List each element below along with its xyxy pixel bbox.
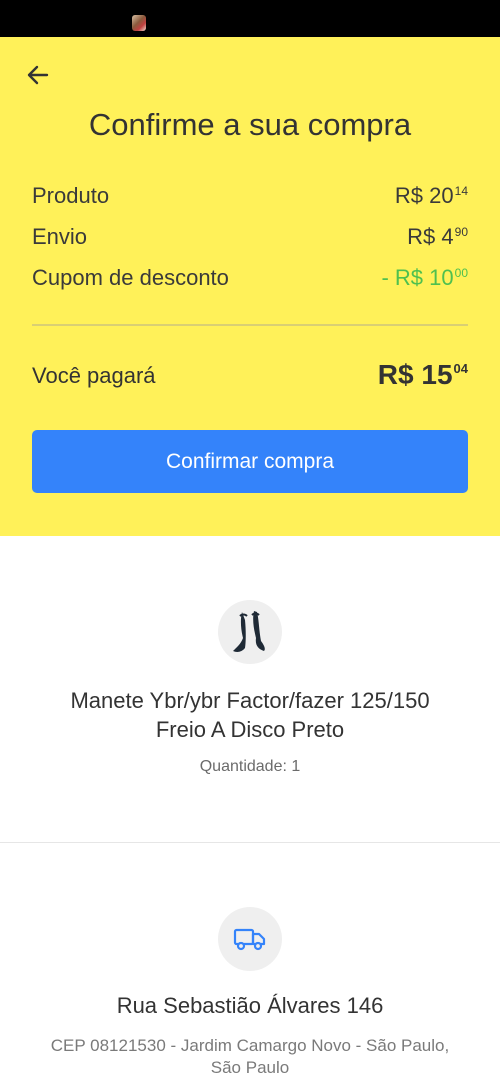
discount-row: Cupom de desconto - R$ 1000 <box>32 265 468 295</box>
product-card: Manete Ybr/ybr Factor/fazer 125/150 Frei… <box>0 536 500 842</box>
back-button[interactable] <box>22 59 54 91</box>
discount-value: - R$ 1000 <box>381 265 468 290</box>
page-title: Confirme a sua compra <box>88 107 412 142</box>
shipping-icon-circle <box>218 907 282 971</box>
motorcycle-lever-icon <box>233 611 265 652</box>
total-label: Você pagará <box>32 363 156 388</box>
product-name: Manete Ybr/ybr Factor/fazer 125/150 Frei… <box>70 688 430 742</box>
address-detail: CEP 08121530 - Jardim Camargo Novo - São… <box>50 1036 450 1077</box>
address-street: Rua Sebastião Álvares 146 <box>116 993 384 1018</box>
shipping-price-row: Envio R$ 490 <box>32 224 468 254</box>
total-row: Você pagará R$ 1504 <box>32 359 468 395</box>
shipping-price-value: R$ 490 <box>407 224 468 249</box>
product-price-value: R$ 2014 <box>394 183 468 208</box>
discount-label: Cupom de desconto <box>32 265 229 290</box>
truck-icon <box>233 928 266 951</box>
purchase-summary: Confirme a sua compra Produto R$ 2014 En… <box>0 37 500 536</box>
product-price-row: Produto R$ 2014 <box>32 183 468 213</box>
product-quantity: Quantidade: 1 <box>199 758 301 775</box>
product-price-label: Produto <box>32 183 110 208</box>
confirm-purchase-button[interactable]: Confirmar compra <box>32 430 468 493</box>
back-arrow-icon <box>27 65 49 85</box>
shipping-address-card: Rua Sebastião Álvares 146 CEP 08121530 -… <box>0 843 500 1082</box>
total-value: R$ 1504 <box>377 359 468 390</box>
notification-avatar-icon <box>132 15 146 31</box>
shipping-price-label: Envio <box>32 224 88 249</box>
summary-divider <box>32 324 468 326</box>
status-bar <box>0 0 500 37</box>
product-image <box>218 600 282 664</box>
